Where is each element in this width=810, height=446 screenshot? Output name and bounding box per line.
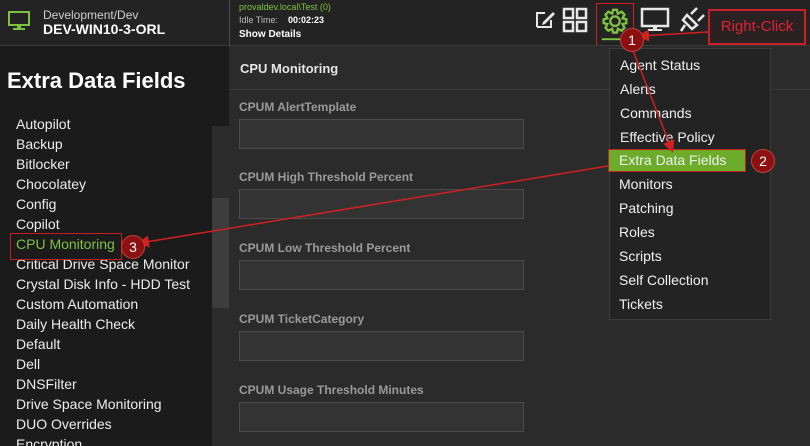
logged-in-user: provaldev.local\Test (0) xyxy=(239,2,331,12)
list-item-dnsfilter[interactable]: DNSFilter xyxy=(16,376,77,392)
menu-item-agent-status[interactable]: Agent Status xyxy=(620,57,700,73)
list-item-bitlocker[interactable]: Bitlocker xyxy=(16,156,70,172)
scrollbar-thumb[interactable] xyxy=(212,198,229,308)
menu-item-alerts[interactable]: Alerts xyxy=(620,81,656,97)
idle-time-label: Idle Time: xyxy=(239,15,279,25)
list-item-config[interactable]: Config xyxy=(16,196,56,212)
list-item-encryption[interactable]: Encryption xyxy=(16,436,82,446)
list-item-chocolatey[interactable]: Chocolatey xyxy=(16,176,86,192)
alert-template-input[interactable] xyxy=(239,119,524,149)
apps-grid-icon[interactable] xyxy=(560,5,590,35)
step-marker-2: 2 xyxy=(751,149,775,173)
divider xyxy=(229,0,230,46)
field-label-low-threshold: CPUM Low Threshold Percent xyxy=(239,241,411,255)
menu-item-patching[interactable]: Patching xyxy=(619,200,673,216)
field-label-high-threshold: CPUM High Threshold Percent xyxy=(239,170,414,184)
list-item-dell[interactable]: Dell xyxy=(16,356,40,372)
menu-item-monitors[interactable]: Monitors xyxy=(619,176,673,192)
machine-name: DEV-WIN10-3-ORL xyxy=(43,21,166,37)
idle-time-value: 00:02:23 xyxy=(288,15,325,25)
category-list: Autopilot Backup Bitlocker Chocolatey Co… xyxy=(0,118,210,446)
machine-path: Development/Dev xyxy=(43,8,139,22)
menu-item-roles[interactable]: Roles xyxy=(619,224,655,240)
edit-icon[interactable] xyxy=(531,5,561,35)
list-scrollbar[interactable] xyxy=(212,126,229,446)
list-item-copilot[interactable]: Copilot xyxy=(16,216,60,232)
low-threshold-input[interactable] xyxy=(239,260,524,290)
list-item-crystal-disk-info[interactable]: Crystal Disk Info - HDD Test xyxy=(16,276,190,292)
menu-item-tickets[interactable]: Tickets xyxy=(619,296,663,312)
list-item-drive-space-monitoring[interactable]: Drive Space Monitoring xyxy=(16,396,162,412)
list-item-duo-overrides[interactable]: DUO Overrides xyxy=(16,416,112,432)
panel-title: Extra Data Fields xyxy=(7,68,186,93)
step-marker-1: 1 xyxy=(620,28,644,52)
menu-item-commands[interactable]: Commands xyxy=(620,105,692,121)
list-item-backup[interactable]: Backup xyxy=(16,136,63,152)
remote-screen-icon[interactable] xyxy=(640,5,670,35)
show-details-link[interactable]: Show Details xyxy=(239,29,301,40)
ticket-category-input[interactable] xyxy=(239,331,524,361)
step-marker-3: 3 xyxy=(121,235,145,259)
usage-threshold-input[interactable] xyxy=(239,402,524,432)
top-bar: Development/Dev DEV-WIN10-3-ORL provalde… xyxy=(0,0,810,47)
field-label-usage-threshold: CPUM Usage Threshold Minutes xyxy=(239,383,424,397)
field-label-alert-template: CPUM AlertTemplate xyxy=(239,100,357,114)
list-item-custom-automation[interactable]: Custom Automation xyxy=(16,296,138,312)
list-item-daily-health-check[interactable]: Daily Health Check xyxy=(16,316,135,332)
list-item-default[interactable]: Default xyxy=(16,336,60,352)
list-item-autopilot[interactable]: Autopilot xyxy=(16,118,70,132)
app-window: Development/Dev DEV-WIN10-3-ORL provalde… xyxy=(0,0,810,446)
menu-item-scripts[interactable]: Scripts xyxy=(619,248,662,264)
field-label-ticket-category: CPUM TicketCategory xyxy=(239,312,365,326)
high-threshold-input[interactable] xyxy=(239,189,524,219)
plug-icon[interactable] xyxy=(677,5,707,35)
editor-title: CPU Monitoring xyxy=(240,61,339,76)
computer-icon xyxy=(8,11,30,30)
right-click-callout: Right-Click xyxy=(708,9,806,45)
menu-item-effective-policy[interactable]: Effective Policy xyxy=(620,129,715,145)
menu-item-self-collection[interactable]: Self Collection xyxy=(619,272,709,288)
menu-item-extra-data-fields[interactable]: Extra Data Fields xyxy=(619,152,726,168)
selection-highlight-box xyxy=(10,233,122,260)
